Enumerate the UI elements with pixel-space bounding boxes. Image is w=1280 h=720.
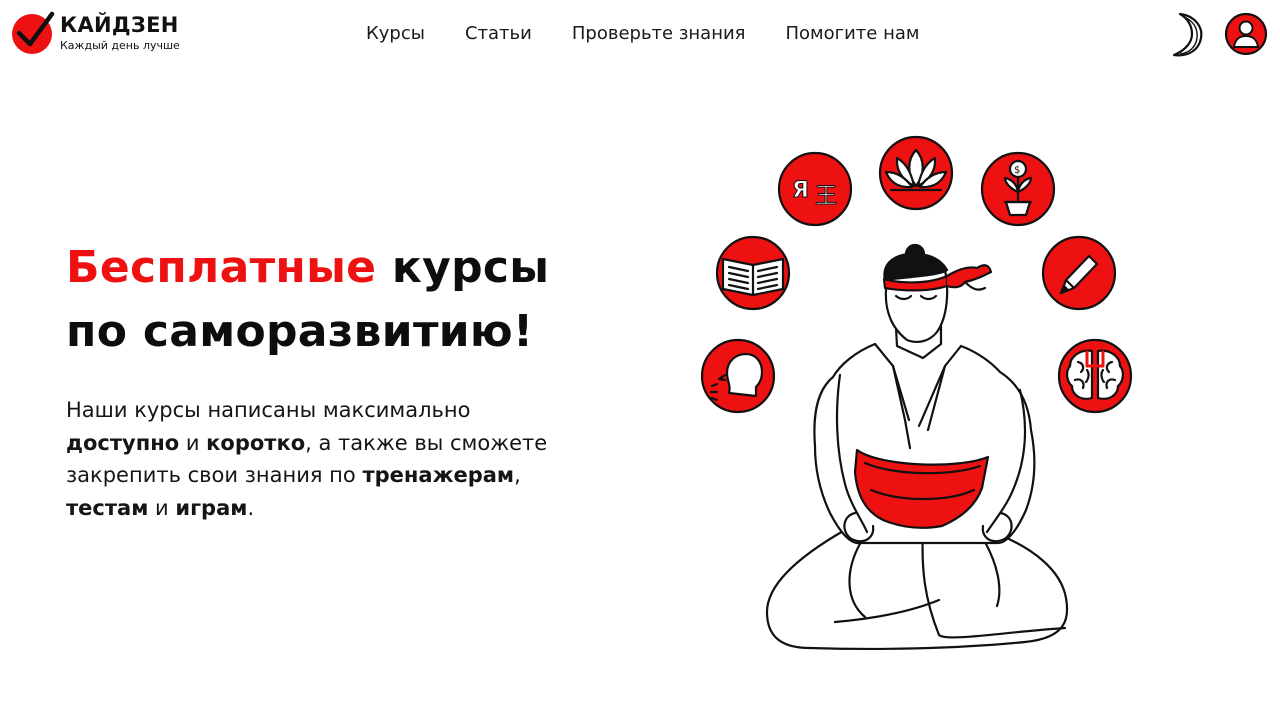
nav-courses[interactable]: Курсы [366,22,425,46]
svg-text:$: $ [1014,165,1020,176]
logo-tagline: Каждый день лучше [60,39,180,52]
logo-text: КАЙДЗЕН Каждый день лучше [60,13,180,53]
desc-bold-short: коротко [206,430,306,455]
book-icon [715,235,791,311]
lotus-icon [878,135,954,211]
check-mark-logo-icon [12,11,55,54]
desc-part: и [148,495,176,520]
hero-title: Бесплатные курсы по саморазвитию! [66,236,626,364]
user-icon[interactable] [1224,12,1268,56]
desc-part: , [514,463,521,487]
desc-bold-accessible: доступно [66,430,180,455]
desc-part: и [179,430,207,455]
logo[interactable]: КАЙДЗЕН Каждый день лучше [11,11,180,55]
main-nav: Курсы Статьи Проверьте знания Помогите н… [366,22,919,46]
desc-bold-trainers: тренажерам [362,463,515,487]
page: КАЙДЗЕН Каждый день лучше Курсы Статьи П… [0,0,1280,720]
hero-title-accent: Бесплатные [66,242,377,293]
meditating-figure-illustration: Я 王 $ [700,135,1133,651]
money-plant-icon: $ [980,151,1056,227]
speech-icon [700,338,776,414]
desc-bold-games: играм [175,495,248,520]
svg-text:Я: Я [792,178,809,203]
nav-test-knowledge[interactable]: Проверьте знания [572,22,746,46]
svg-text:王: 王 [815,184,837,209]
brain-icon [1057,338,1133,414]
language-icon: Я 王 [777,151,853,227]
desc-part: . [247,495,255,520]
hero-description: Наши курсы написаны максимально доступно… [66,394,586,524]
moon-icon[interactable] [1166,12,1206,58]
nav-articles[interactable]: Статьи [465,22,532,46]
logo-title: КАЙДЗЕН [60,13,179,37]
desc-bold-tests: тестам [66,495,149,520]
nav-help-us[interactable]: Помогите нам [786,22,920,46]
desc-part: Наши курсы написаны максимально [66,398,471,422]
pencil-icon [1041,235,1117,311]
